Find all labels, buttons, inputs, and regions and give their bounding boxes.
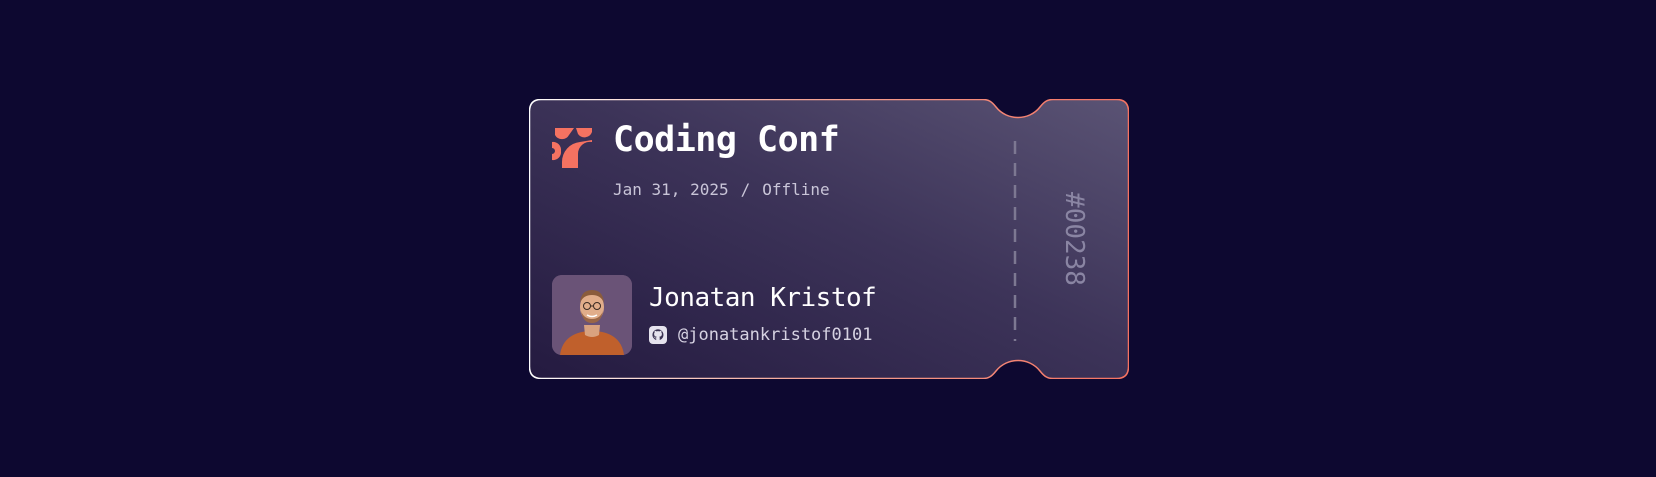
attendee-name: Jonatan Kristof	[649, 283, 877, 313]
event-location: Offline	[762, 180, 830, 199]
github-icon	[649, 326, 667, 344]
meta-separator: /	[740, 180, 751, 199]
event-meta: Jan 31, 2025 / Offline	[613, 180, 830, 199]
coding-conf-logo-icon	[552, 128, 592, 168]
conference-title: Coding Conf	[613, 120, 840, 160]
github-handle: @jonatankristof0101	[678, 325, 873, 345]
page: Coding Conf Jan 31, 2025 / Offline Jonatan…	[0, 0, 1656, 477]
event-date: Jan 31, 2025	[613, 180, 729, 199]
avatar-image	[552, 275, 632, 355]
avatar	[552, 275, 632, 355]
ticket-number: #00238	[1059, 192, 1089, 286]
github-row: @jonatankristof0101	[649, 325, 872, 345]
conference-ticket: Coding Conf Jan 31, 2025 / Offline Jonatan…	[529, 99, 1129, 379]
